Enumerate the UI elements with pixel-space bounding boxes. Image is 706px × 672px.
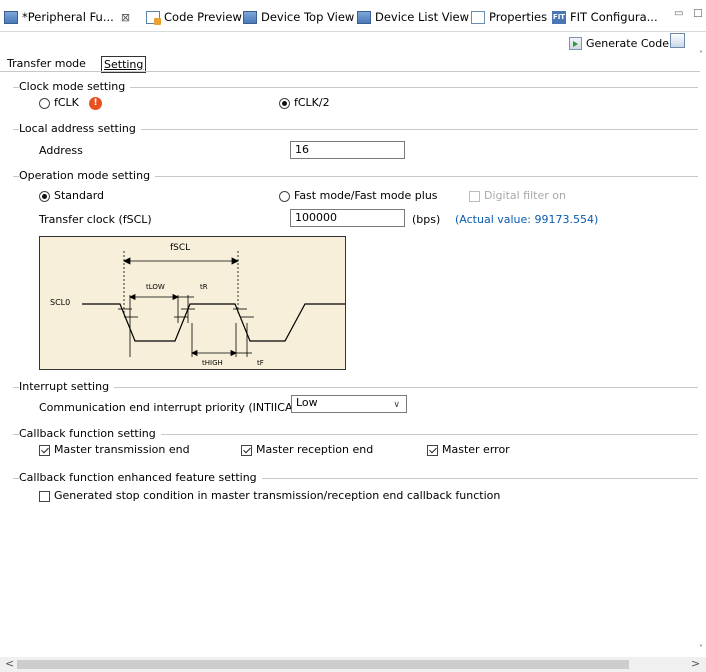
chevron-down-icon: ∨ [393,400,400,410]
master-error-checkbox[interactable] [427,445,438,456]
horizontal-scroll-thumb[interactable] [17,660,629,669]
master-error-label: Master error [442,443,510,456]
fast-mode-label: Fast mode/Fast mode plus [294,189,438,202]
tab-code-preview[interactable]: Code Preview [146,8,242,26]
master-rx-end-label: Master reception end [256,443,374,456]
transfer-clock-input[interactable]: 100000 [290,209,405,227]
warning-icon: ! [89,97,102,110]
stop-condition-checkbox[interactable] [39,491,50,502]
fclk-div2-radio[interactable] [279,98,290,109]
tab-properties[interactable]: Properties [471,8,547,26]
operation-mode-title: Operation mode setting [19,169,156,182]
timing-waveform [82,251,345,357]
clock-mode-title: Clock mode setting [19,80,131,93]
device-top-view-icon [243,10,257,24]
view-menu-icon[interactable] [670,33,685,48]
interrupt-title: Interrupt setting [19,380,115,393]
fclk-radio[interactable] [39,98,50,109]
master-tx-end-label: Master transmission end [54,443,190,456]
minimize-icon[interactable]: ▭ [674,8,683,19]
bps-unit-label: (bps) [412,213,441,226]
interrupt-priority-select[interactable]: Low ∨ [291,395,407,413]
scl-label: SCL0 [50,298,71,307]
section-divider [13,387,698,388]
tf-label: tF [257,359,264,367]
thigh-label: tHIGH [202,359,223,367]
master-tx-end-checkbox[interactable] [39,445,50,456]
stop-condition-label: Generated stop condition in master trans… [54,489,501,502]
tab-peripheral-functions[interactable]: *Peripheral Fu... ⊠ [4,8,131,26]
standard-radio[interactable] [39,191,50,202]
tab-device-top-view[interactable]: Device Top View [243,8,354,26]
tab-label: Device Top View [261,10,355,24]
editor-tab-bar: *Peripheral Fu... ⊠ Code Preview Device … [0,0,706,32]
scroll-left-icon[interactable]: < [5,657,14,670]
fclk-div2-label: fCLK/2 [294,96,330,109]
fclk-label: fCLK [54,96,79,109]
subtab-transfer-mode[interactable]: Transfer mode [7,56,86,71]
properties-icon [471,10,485,24]
callback-title: Callback function setting [19,427,161,440]
generate-code-label: Generate Code [586,36,670,50]
master-rx-end-checkbox[interactable] [241,445,252,456]
tab-fit-configurator[interactable]: FIT FIT Configura... [552,8,658,26]
interrupt-priority-value: Low [296,396,318,409]
standard-label: Standard [54,189,105,202]
vertical-scrollbar[interactable]: ˄ ˅ [699,50,706,657]
interrupt-priority-label: Communication end interrupt priority (IN… [39,401,304,414]
device-list-view-icon [357,10,371,24]
horizontal-scrollbar[interactable]: < > [0,657,706,672]
tab-label: FIT Configura... [570,10,658,24]
callback-enhanced-title: Callback function enhanced feature setti… [19,471,262,484]
local-address-title: Local address setting [19,122,141,135]
scroll-up-icon[interactable]: ˄ [699,50,703,59]
digital-filter-checkbox[interactable] [469,191,480,202]
tab-label: Device List View [375,10,470,24]
fit-icon: FIT [552,10,566,24]
actual-value-label: (Actual value: 99173.554) [455,213,599,226]
scl-timing-diagram: fSCL tLOW tR tHIGH tF SCL0 [39,236,346,370]
address-input[interactable]: 16 [290,141,405,159]
close-icon[interactable]: ⊠ [121,11,130,24]
tab-label: *Peripheral Fu... [22,10,114,24]
scroll-right-icon[interactable]: > [691,657,700,670]
fscl-label: fSCL [170,243,191,253]
tab-label: Properties [489,10,548,24]
generate-code-button[interactable]: Generate Code [569,35,669,51]
subtab-divider [0,71,700,72]
generate-code-icon [569,36,582,50]
address-label: Address [39,144,83,157]
tab-label: Code Preview [164,10,242,24]
digital-filter-label: Digital filter on [484,189,566,202]
tlow-label: tLOW [146,283,165,291]
fast-mode-radio[interactable] [279,191,290,202]
maximize-icon[interactable]: ☐ [693,7,703,20]
peripheral-icon [4,10,18,24]
tab-device-list-view[interactable]: Device List View [357,8,469,26]
scroll-down-icon[interactable]: ˅ [699,644,703,653]
transfer-clock-label: Transfer clock (fSCL) [39,213,152,226]
tr-label: tR [200,283,208,291]
code-preview-icon [146,10,161,25]
